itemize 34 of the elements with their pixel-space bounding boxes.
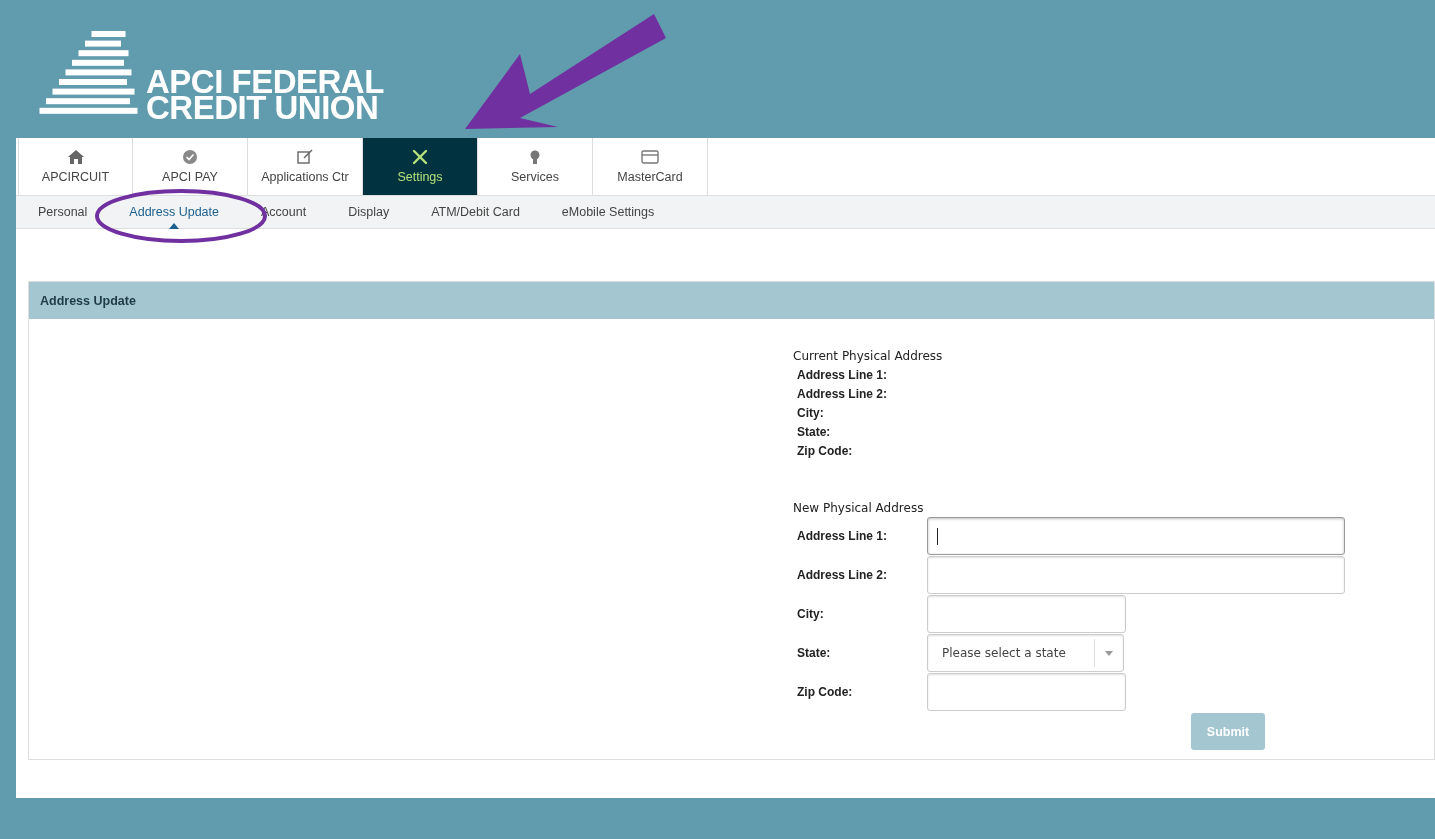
field-label: State:	[796, 424, 831, 441]
field-label: City:	[796, 607, 825, 621]
input-field[interactable]	[927, 556, 1345, 594]
input-field[interactable]	[927, 673, 1126, 711]
field-label: Zip Code:	[796, 685, 854, 699]
field-label: Address Line 1:	[796, 367, 888, 384]
input-field[interactable]	[927, 517, 1345, 555]
nav-tab[interactable]: APCIRCUIT	[18, 138, 133, 195]
caret-icon	[1105, 650, 1113, 656]
edit-icon	[297, 149, 313, 164]
lightbulb-icon	[530, 150, 540, 164]
sub-tab[interactable]: Personal	[38, 205, 109, 219]
section-heading: New Physical Address	[793, 501, 924, 515]
field-label: Address Line 2:	[796, 386, 888, 403]
sub-tab[interactable]: Display	[348, 205, 411, 219]
sub-tab[interactable]: ATM/Debit Card	[431, 205, 541, 219]
state-select[interactable]: Please select a state	[927, 634, 1124, 672]
section-heading: Current Physical Address	[793, 349, 943, 363]
caret-icon	[168, 223, 179, 229]
home-icon	[67, 150, 84, 164]
nav-tab[interactable]: Settings	[363, 138, 478, 195]
sub-tab[interactable]: eMobile Settings	[561, 205, 676, 219]
input-field[interactable]	[927, 595, 1126, 633]
field-label: Address Line 2:	[796, 568, 889, 582]
field-label: City:	[796, 405, 824, 422]
sub-tab[interactable]: Address Update	[129, 205, 240, 219]
logo-text: CREDIT UNION	[146, 95, 379, 121]
panel-title: Address Update	[40, 293, 136, 308]
logo-text: APCI FEDERAL	[146, 69, 384, 95]
credit-card-icon	[641, 150, 659, 164]
check-circle-icon	[183, 150, 197, 164]
field-label: Address Line 1:	[796, 529, 889, 543]
field-label: Zip Code:	[796, 443, 853, 460]
field-label: State:	[796, 646, 832, 660]
